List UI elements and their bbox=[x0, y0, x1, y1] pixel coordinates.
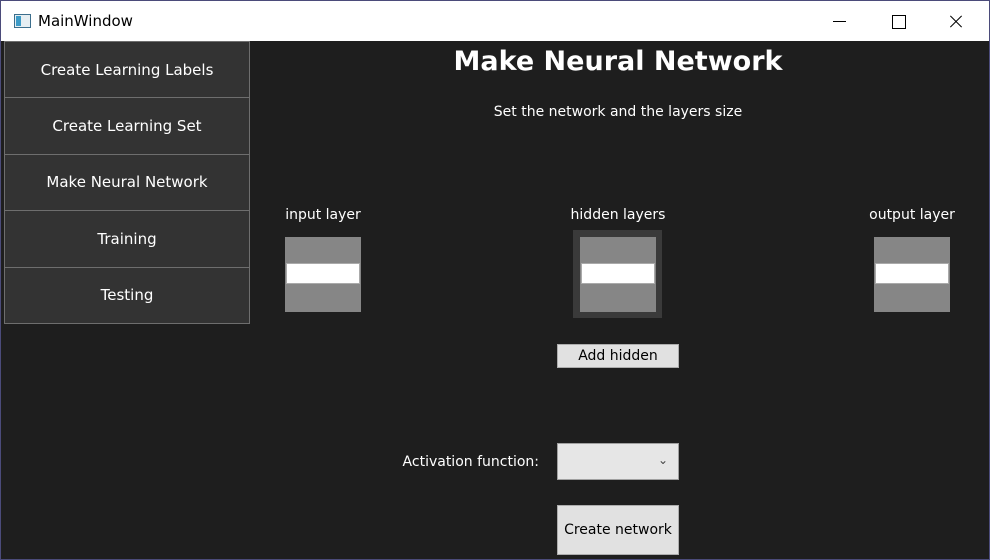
page-title: Make Neural Network bbox=[453, 46, 783, 77]
maximize-button[interactable] bbox=[869, 1, 927, 41]
input-layer-decrement-button[interactable] bbox=[285, 286, 361, 312]
input-layer-increment-button[interactable] bbox=[285, 237, 361, 262]
activation-function-label: Activation function: bbox=[402, 454, 539, 470]
output-layer-size-field[interactable] bbox=[875, 263, 949, 284]
hidden-layers-label: hidden layers bbox=[570, 207, 666, 223]
output-layer-increment-button[interactable] bbox=[874, 237, 950, 262]
hidden-layer-size-stepper bbox=[580, 237, 656, 312]
hidden-layer-increment-button[interactable] bbox=[580, 237, 656, 262]
input-layer-size-stepper bbox=[285, 237, 361, 312]
sidebar-nav: Create Learning Labels Create Learning S… bbox=[4, 41, 250, 324]
output-layer-size-stepper bbox=[874, 237, 950, 312]
chevron-down-icon: ⌄ bbox=[657, 453, 668, 467]
hidden-layer-size-field[interactable] bbox=[581, 263, 655, 284]
input-layer-size-field[interactable] bbox=[286, 263, 360, 284]
window-title: MainWindow bbox=[38, 12, 133, 30]
title-bar[interactable]: MainWindow bbox=[1, 1, 989, 41]
activation-function-select[interactable]: ⌄ bbox=[557, 443, 679, 480]
input-layer-label: input layer bbox=[285, 207, 361, 223]
minimize-button[interactable] bbox=[811, 1, 869, 41]
nav-make-neural-network[interactable]: Make Neural Network bbox=[4, 153, 250, 212]
nav-training[interactable]: Training bbox=[4, 210, 250, 268]
hidden-layer-decrement-button[interactable] bbox=[580, 286, 656, 312]
page-subtitle: Set the network and the layers size bbox=[493, 104, 743, 120]
output-layer-label: output layer bbox=[869, 207, 955, 223]
app-window-icon bbox=[14, 14, 31, 28]
close-button[interactable] bbox=[927, 1, 985, 41]
nav-create-learning-labels[interactable]: Create Learning Labels bbox=[4, 41, 250, 99]
nav-testing[interactable]: Testing bbox=[4, 266, 250, 324]
nav-create-learning-set[interactable]: Create Learning Set bbox=[4, 97, 250, 155]
create-network-button[interactable]: Create network bbox=[557, 505, 679, 555]
add-hidden-button[interactable]: Add hidden bbox=[557, 344, 679, 368]
output-layer-decrement-button[interactable] bbox=[874, 286, 950, 312]
main-window: MainWindow Create Learning Labels Create… bbox=[0, 0, 990, 560]
